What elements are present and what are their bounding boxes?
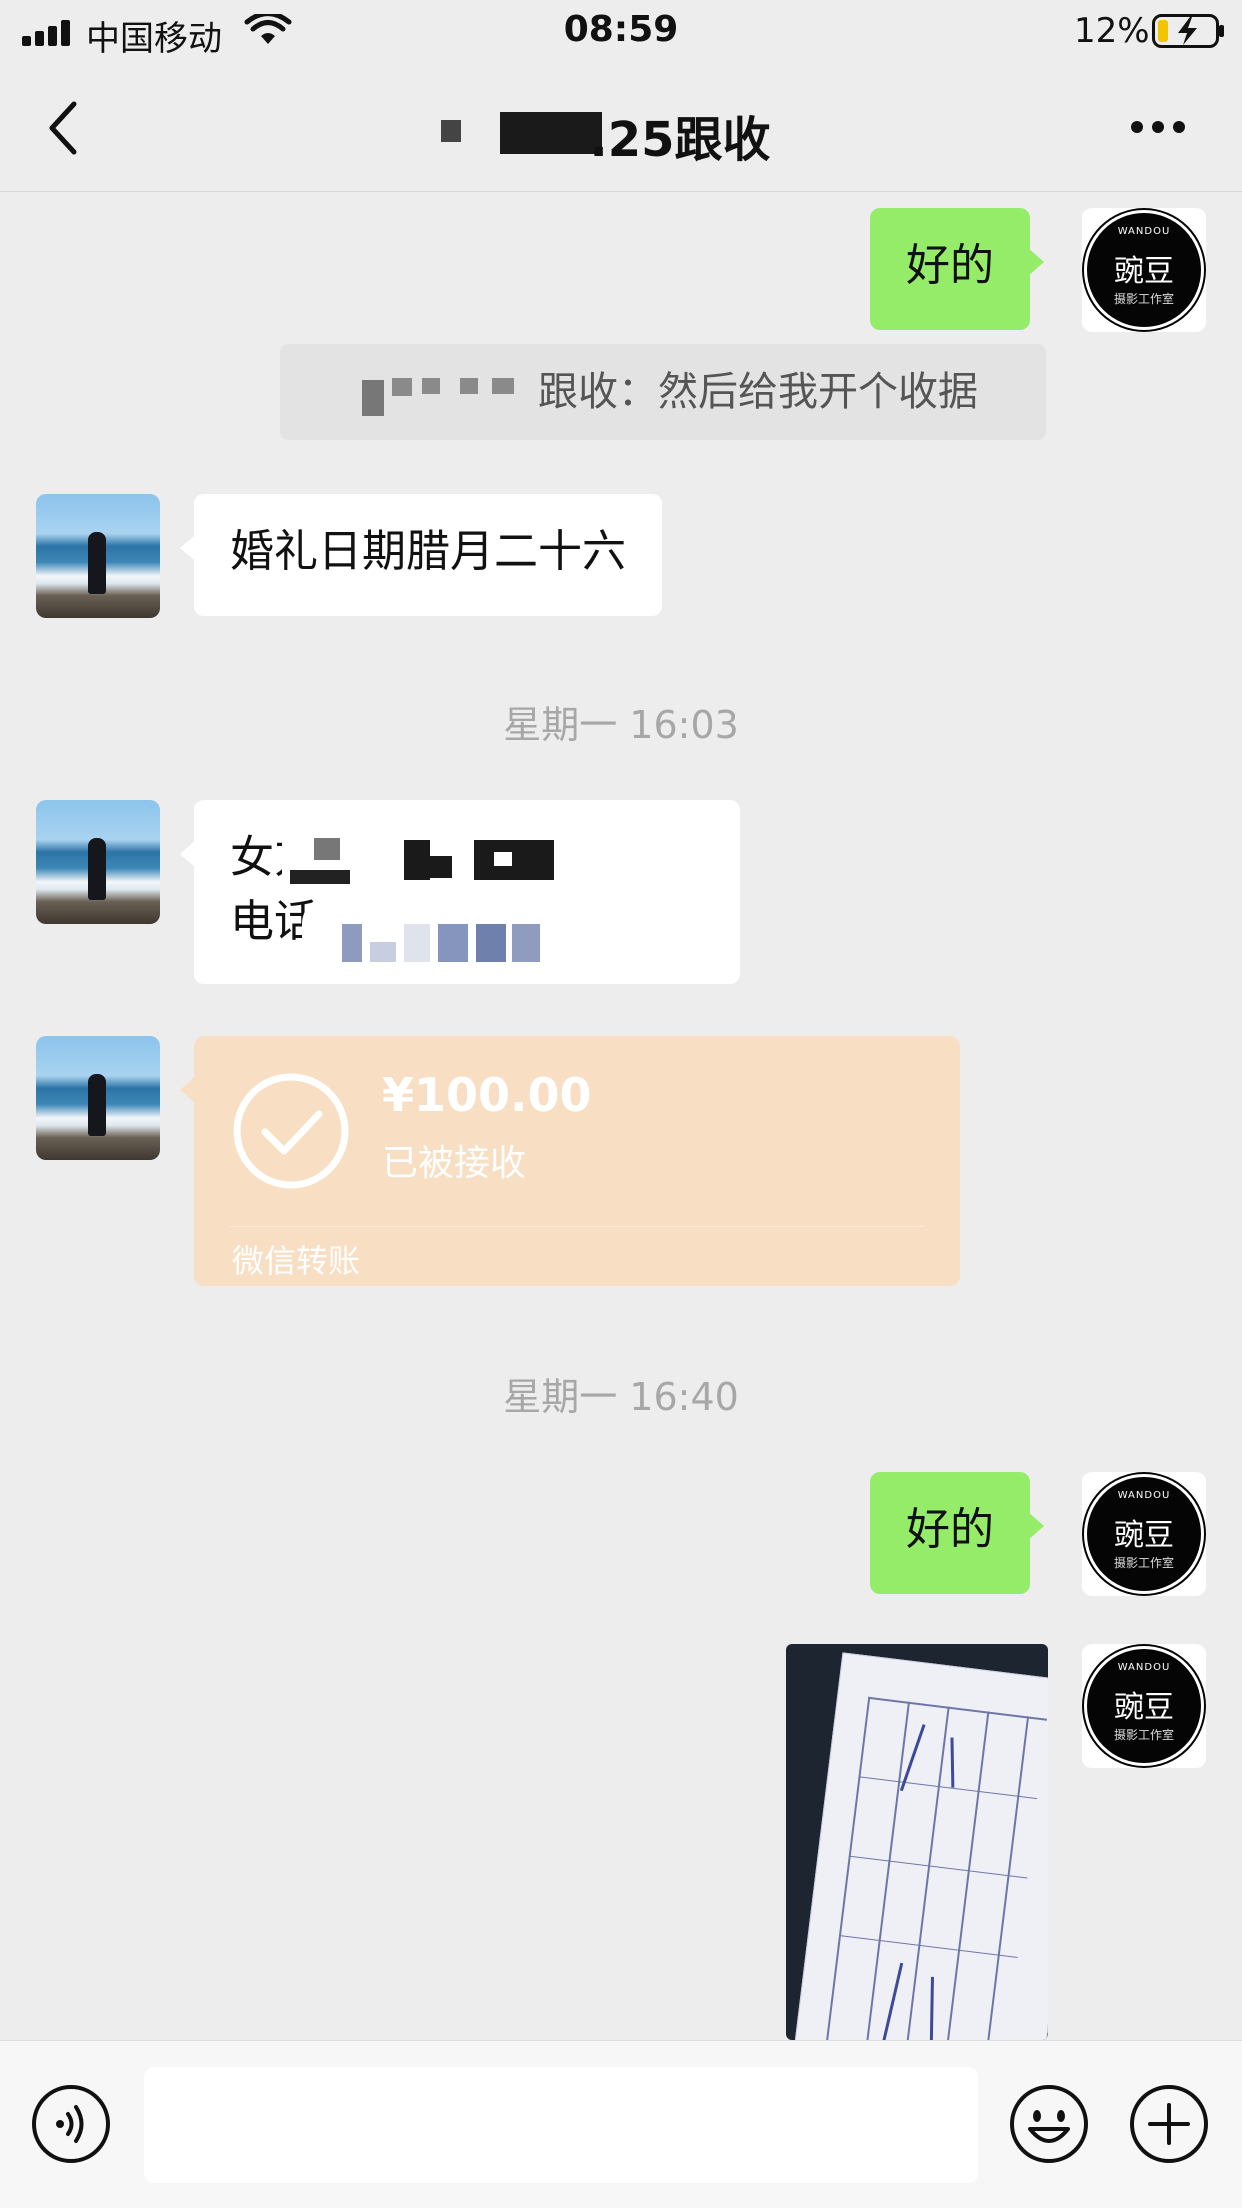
brand-logo-name: 豌豆: [1114, 1690, 1174, 1725]
message-text: 好的: [906, 1504, 994, 1555]
chat-header: .25跟收: [0, 62, 1242, 192]
chat-title-text: .25跟收: [589, 112, 771, 168]
message-text: 婚礼日期腊月二十六: [230, 526, 626, 577]
timestamp: 星期一 16:03: [503, 703, 739, 747]
brand-logo-sub: 摄影工作室: [1113, 292, 1174, 306]
message-bubble-outgoing[interactable]: 好的: [870, 1472, 1044, 1594]
transfer-amount: ¥100.00: [382, 1068, 592, 1122]
message-text: 好的: [906, 240, 994, 291]
avatar[interactable]: [36, 494, 160, 618]
message-input[interactable]: [144, 2067, 978, 2183]
check-circle-icon: [233, 1073, 349, 1189]
battery-percent: 12%: [1074, 11, 1150, 51]
brand-logo-sub: 摄影工作室: [1113, 1728, 1174, 1742]
quote-text: 跟收：然后给我开个收据: [538, 369, 978, 415]
wechat-transfer-card[interactable]: ¥100.00 已被接收 微信转账: [180, 1036, 960, 1286]
brand-logo-top: WANDOU: [1117, 1490, 1171, 1501]
transfer-status: 已被接收: [382, 1143, 527, 1184]
brand-logo-top: WANDOU: [1117, 226, 1171, 237]
avatar[interactable]: WANDOU 豌豆 摄影工作室: [1082, 1472, 1206, 1596]
avatar[interactable]: [36, 800, 160, 924]
battery-charging-icon: [1152, 14, 1224, 48]
emoji-icon[interactable]: [1008, 2083, 1090, 2165]
quoted-message[interactable]: 跟收：然后给我开个收据: [280, 344, 1046, 440]
message-bubble-incoming[interactable]: 婚礼日期腊月二十六: [180, 494, 662, 616]
plus-icon[interactable]: [1128, 2083, 1210, 2165]
receipt-photo[interactable]: [786, 1644, 1048, 2040]
brand-logo-top: WANDOU: [1117, 1662, 1171, 1673]
avatar[interactable]: [36, 1036, 160, 1160]
message-bubble-outgoing[interactable]: 好的: [870, 208, 1044, 330]
more-icon[interactable]: [1130, 120, 1186, 134]
brand-logo-name: 豌豆: [1114, 1518, 1174, 1553]
input-bar: [0, 2040, 1242, 2208]
chat-title: .25跟收: [0, 100, 1242, 170]
brand-logo-sub: 摄影工作室: [1113, 1556, 1174, 1570]
timestamp: 星期一 16:40: [503, 1375, 739, 1419]
message-bubble-incoming[interactable]: 女方 电话：1: [180, 800, 740, 984]
avatar[interactable]: WANDOU 豌豆 摄影工作室: [1082, 208, 1206, 332]
divider: [230, 1226, 924, 1227]
voice-icon[interactable]: [30, 2083, 112, 2165]
clock: 08:59: [563, 9, 679, 50]
brand-logo-name: 豌豆: [1114, 254, 1174, 289]
receipt-paper: [791, 1652, 1048, 2040]
status-bar: 中国移动 08:59 12%: [0, 0, 1242, 62]
transfer-label: 微信转账: [232, 1242, 361, 1280]
avatar[interactable]: WANDOU 豌豆 摄影工作室: [1082, 1644, 1206, 1768]
